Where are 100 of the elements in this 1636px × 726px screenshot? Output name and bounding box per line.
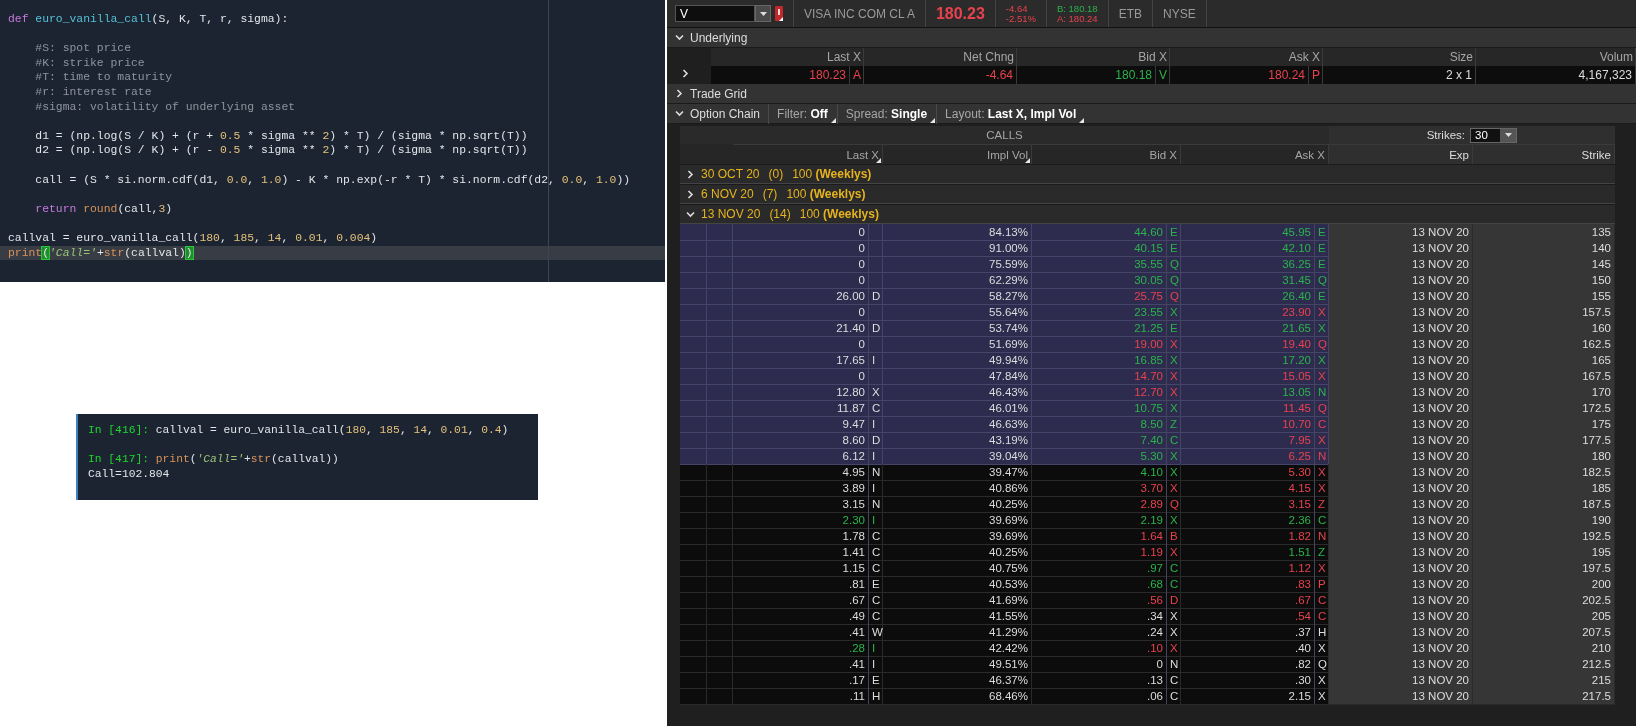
bid-price: .34	[1147, 609, 1164, 624]
table-row[interactable]: 0 55.64% 23.55 X 23.90 X 13 NOV 20 157.5	[680, 304, 1615, 320]
exchange-code: X	[1166, 464, 1180, 480]
chevron-down-icon[interactable]	[675, 109, 684, 118]
dropdown-button[interactable]: Layout: Last X, Impl Vol	[936, 103, 1086, 124]
table-row[interactable]: 0 84.13% 44.60 E 45.95 E 13 NOV 20 135	[680, 224, 1615, 240]
table-row[interactable]: .28 I 42.42% .10 X .40 X 13 NOV 20 210	[680, 640, 1615, 656]
exchange-code: X	[1166, 624, 1180, 640]
table-row[interactable]: 3.89 I 40.86% 3.70 X 4.15 X 13 NOV 20 185	[680, 480, 1615, 496]
menu-corner-icon[interactable]	[876, 158, 881, 163]
bid-price: 16.85	[1134, 353, 1164, 368]
exchange-code: I	[868, 416, 882, 432]
table-row[interactable]: 8.60 D 43.19% 7.40 C 7.95 X 13 NOV 20 177.5	[680, 432, 1615, 448]
expiry-row[interactable]: 6 NOV 20 (7) 100 (Weeklys)	[680, 184, 1615, 204]
table-row[interactable]: 26.00 D 58.27% 25.75 Q 26.40 E 13 NOV 20 155	[680, 288, 1615, 304]
bid-price: .24	[1147, 625, 1164, 640]
bid-price: 19.00	[1134, 337, 1164, 352]
last-price: 180.23	[935, 4, 985, 23]
menu-corner-icon[interactable]	[930, 117, 936, 123]
chevron-right-icon[interactable]	[686, 189, 695, 199]
section-header[interactable]: Option Chain Filter: Off Spread: Single Layout: Last X, Impl Vol	[667, 104, 1636, 124]
menu-corner-icon[interactable]	[1079, 117, 1085, 123]
column-header[interactable]: Exp	[1329, 144, 1473, 164]
last-price: 4.95	[842, 465, 866, 480]
menu-corner-icon[interactable]	[1025, 158, 1030, 163]
ask-price: 45.95	[1282, 225, 1312, 240]
exchange-code: E	[1314, 256, 1328, 272]
days-to-expiry: (14)	[769, 207, 791, 221]
table-row[interactable]: 12.80 X 46.43% 12.70 X 13.05 N 13 NOV 20 170	[680, 384, 1615, 400]
ask-price: 42.10	[1282, 241, 1312, 256]
last-price: .49	[849, 609, 866, 624]
ask-price: 1.12	[1288, 561, 1312, 576]
input-prompt: In [416]:	[88, 424, 150, 436]
table-row[interactable]: .67 C 41.69% .56 D .67 C 13 NOV 20 202.5	[680, 592, 1615, 608]
section-header[interactable]: Trade Grid	[667, 84, 1636, 104]
chevron-right-icon[interactable]	[675, 89, 684, 98]
table-row[interactable]: 21.40 D 53.74% 21.25 E 21.65 X 13 NOV 20 160	[680, 320, 1615, 336]
exchange-code: X	[1314, 672, 1328, 688]
table-row[interactable]: 11.87 C 46.01% 10.75 X 11.45 Q 13 NOV 20 172.5	[680, 400, 1615, 416]
table-row[interactable]: 0 62.29% 30.05 Q 31.45 Q 13 NOV 20 150	[680, 272, 1615, 288]
chevron-down-icon[interactable]	[686, 209, 695, 219]
table-row[interactable]: .41 W 41.29% .24 X .37 H 13 NOV 20 207.5	[680, 624, 1615, 640]
table-row[interactable]: .11 H 68.46% .06 C 2.15 X 13 NOV 20 217.5	[680, 688, 1615, 704]
table-row[interactable]: 17.65 I 49.94% 16.85 X 17.20 X 13 NOV 20 165	[680, 352, 1615, 368]
table-row[interactable]: .41 I 49.51% 0 N .82 Q 13 NOV 20 212.5	[680, 656, 1615, 672]
last-price: 9.47	[842, 417, 866, 432]
table-row[interactable]: 4.95 N 39.47% 4.10 X 5.30 X 13 NOV 20 182.5	[680, 464, 1615, 480]
table-row[interactable]: 1.41 C 40.25% 1.19 X 1.51 Z 13 NOV 20 195	[680, 544, 1615, 560]
symbol-field[interactable]: V	[675, 5, 755, 22]
ask-price: .54	[1295, 609, 1312, 624]
exchange-code: C	[1314, 416, 1328, 432]
exchange-code: X	[1314, 352, 1328, 368]
dropdown-button[interactable]: Filter: Off	[768, 103, 837, 124]
table-row[interactable]: 6.12 I 39.04% 5.30 X 6.25 N 13 NOV 20 180	[680, 448, 1615, 464]
table-row[interactable]: 2.30 I 39.69% 2.19 X 2.36 C 13 NOV 20 190	[680, 512, 1615, 528]
input-prompt: In [417]:	[88, 453, 150, 466]
code-line: callval = euro_vanilla_call(180, 185, 14, 0.01, 0.4)	[155, 424, 509, 436]
table-row[interactable]: .81 E 40.53% .68 C .83 P 13 NOV 20 200	[680, 576, 1615, 592]
dropdown-button[interactable]	[755, 5, 771, 22]
last-price: 0	[858, 337, 866, 352]
last-price: 0	[858, 225, 866, 240]
table-row[interactable]: 0 51.69% 19.00 X 19.40 Q 13 NOV 20 162.5	[680, 336, 1615, 352]
section-title: Option Chain	[690, 106, 761, 121]
bid-price: 1.19	[1140, 545, 1164, 560]
last-price: 6.12	[842, 449, 866, 464]
exchange-code: I	[868, 480, 882, 496]
table-row[interactable]: 3.15 N 40.25% 2.89 Q 3.15 Z 13 NOV 20 187.5	[680, 496, 1615, 512]
last-price: 0	[858, 241, 866, 256]
ask-price: A: 180.24	[1056, 13, 1098, 24]
table-row[interactable]: .17 E 46.37% .13 C .30 X 13 NOV 20 215	[680, 672, 1615, 688]
code-line: return round(call,3)	[34, 202, 173, 215]
chevron-right-icon[interactable]	[686, 169, 695, 179]
exchange-code: X	[1166, 512, 1180, 528]
table-row[interactable]: .49 C 41.55% .34 X .54 C 13 NOV 20 205	[680, 608, 1615, 624]
table-row[interactable]: 1.78 C 39.69% 1.64 B 1.82 N 13 NOV 20 192.5	[680, 528, 1615, 544]
exchange-code: C	[868, 528, 882, 544]
section-header[interactable]: Underlying	[667, 28, 1636, 48]
table-row[interactable]: 1.15 C 40.75% .97 C 1.12 X 13 NOV 20 197.5	[680, 560, 1615, 576]
table-row[interactable]: 9.47 I 46.63% 8.50 Z 10.70 C 13 NOV 20 175	[680, 416, 1615, 432]
chevron-down-icon[interactable]	[675, 33, 684, 42]
exchange-code: E	[1166, 320, 1180, 336]
implied-volatility: 68.46%	[883, 688, 1032, 705]
expiry-row[interactable]: 13 NOV 20 (14) 100 (Weeklys)	[680, 204, 1615, 224]
ask-price: 2.36	[1288, 513, 1312, 528]
table-row[interactable]: 0 47.84% 14.70 X 15.05 X 13 NOV 20 167.5	[680, 368, 1615, 384]
table-row[interactable]: 0 91.00% 40.15 E 42.10 E 13 NOV 20 140	[680, 240, 1615, 256]
exchange-code: D	[1166, 592, 1180, 608]
section-title: Trade Grid	[690, 86, 747, 101]
expiry-row[interactable]: 30 OCT 20 (0) 100 (Weeklys)	[680, 164, 1615, 184]
table-row[interactable]: 0 75.59% 35.55 Q 36.25 E 13 NOV 20 145	[680, 256, 1615, 272]
strikes-dropdown[interactable]: 30	[1470, 127, 1517, 143]
exchange-code: X	[868, 384, 882, 400]
dropdown-button[interactable]: Spread: Single	[836, 103, 937, 124]
menu-corner-icon[interactable]	[830, 117, 836, 123]
exchange-code: I	[868, 656, 882, 672]
exchange-code: X	[1166, 448, 1180, 464]
bid-price: B: 180.18	[1056, 3, 1098, 14]
chevron-right-icon[interactable]	[681, 69, 690, 78]
quote-value: 180.23	[809, 67, 847, 84]
column-header[interactable]: Strike	[1473, 144, 1615, 164]
